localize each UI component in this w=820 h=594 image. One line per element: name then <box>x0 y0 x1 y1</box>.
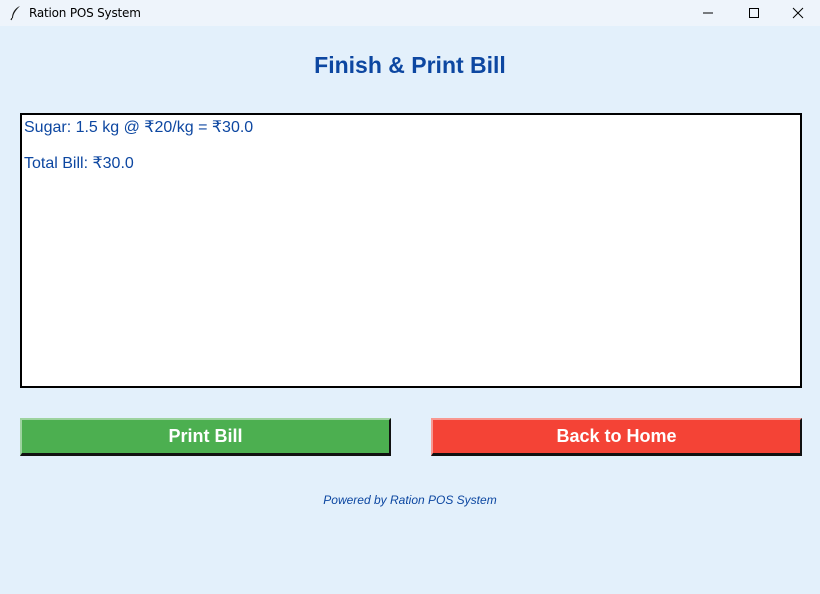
close-button[interactable] <box>775 0 820 26</box>
bill-text-area[interactable]: Sugar: 1.5 kg @ ₹20/kg = ₹30.0 Total Bil… <box>20 113 802 388</box>
app-window: Ration POS System Finish & Print Bill Su… <box>0 0 820 594</box>
window-title: Ration POS System <box>29 6 141 20</box>
footer-credit: Powered by Ration POS System <box>323 493 497 507</box>
bill-item-line: Sugar: 1.5 kg @ ₹20/kg = ₹30.0 <box>24 119 254 136</box>
maximize-icon <box>749 8 759 18</box>
close-icon <box>792 7 804 19</box>
print-bill-button[interactable]: Print Bill <box>20 418 391 456</box>
feather-icon <box>10 6 20 21</box>
title-bar[interactable]: Ration POS System <box>0 0 820 26</box>
back-to-home-button[interactable]: Back to Home <box>431 418 802 456</box>
minimize-button[interactable] <box>685 0 731 26</box>
bill-total-line: Total Bill: ₹30.0 <box>24 155 134 172</box>
page-title: Finish & Print Bill <box>314 52 506 78</box>
minimize-icon <box>703 12 713 14</box>
maximize-button[interactable] <box>731 0 777 26</box>
